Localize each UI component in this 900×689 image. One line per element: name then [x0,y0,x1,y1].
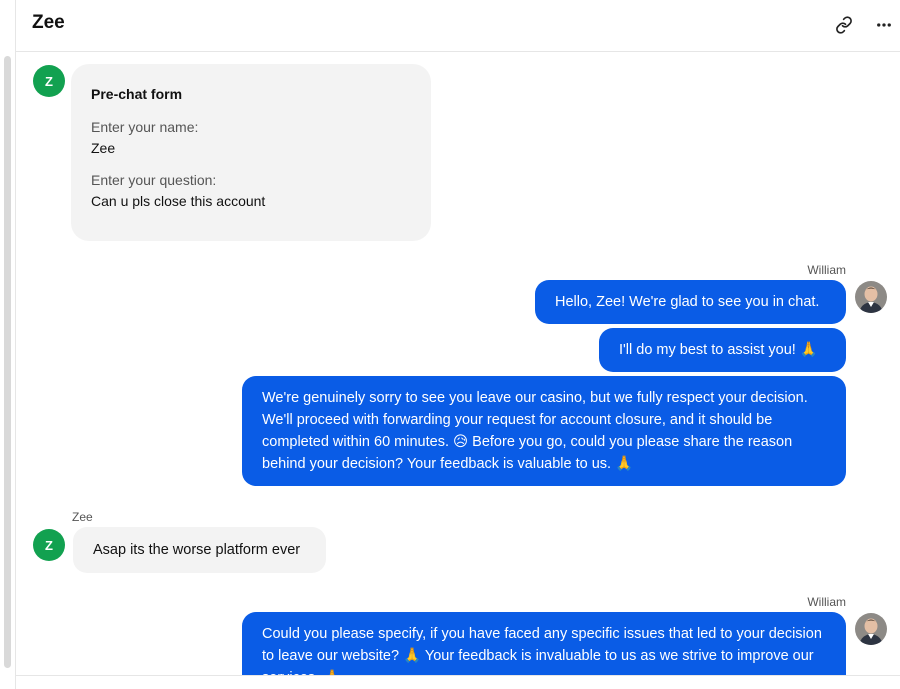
prechat-form-title: Pre-chat form [91,86,183,102]
agent-sender-name: William [807,263,846,277]
agent-message: We're genuinely sorry to see you leave o… [242,376,846,486]
link-icon [836,16,852,34]
question-value: Can u pls close this account [91,193,266,209]
visitor-avatar: Z [33,529,65,561]
agent-avatar [855,613,887,645]
composer-area[interactable] [16,676,900,689]
name-value: Zee [91,140,116,156]
prechat-form-card: Pre-chat form Enter your name: Zee Enter… [71,64,431,241]
agent-message: Could you please specify, if you have fa… [242,612,846,675]
visitor-initial: Z [45,73,53,89]
more-horizontal-icon [877,23,891,27]
agent-message: Hello, Zee! We're glad to see you in cha… [535,280,846,324]
agent-sender-name: William [807,595,846,609]
visitor-message: Asap its the worse platform ever [73,527,326,573]
link-button[interactable] [831,12,857,38]
visitor-initial: Z [45,537,53,553]
scrollbar[interactable] [4,56,11,668]
question-label: Enter your question: [91,172,217,188]
chat-transcript: Z Pre-chat form Enter your name: Zee Ent… [16,52,900,675]
visitor-sender-name: Zee [72,510,93,524]
chat-title: Zee [32,12,65,33]
agent-message: I'll do my best to assist you! 🙏 [599,328,846,372]
agent-avatar [855,281,887,313]
chat-header: Zee [16,0,900,52]
visitor-avatar: Z [33,65,65,97]
more-options-button[interactable] [871,12,897,38]
name-label: Enter your name: [91,119,199,135]
